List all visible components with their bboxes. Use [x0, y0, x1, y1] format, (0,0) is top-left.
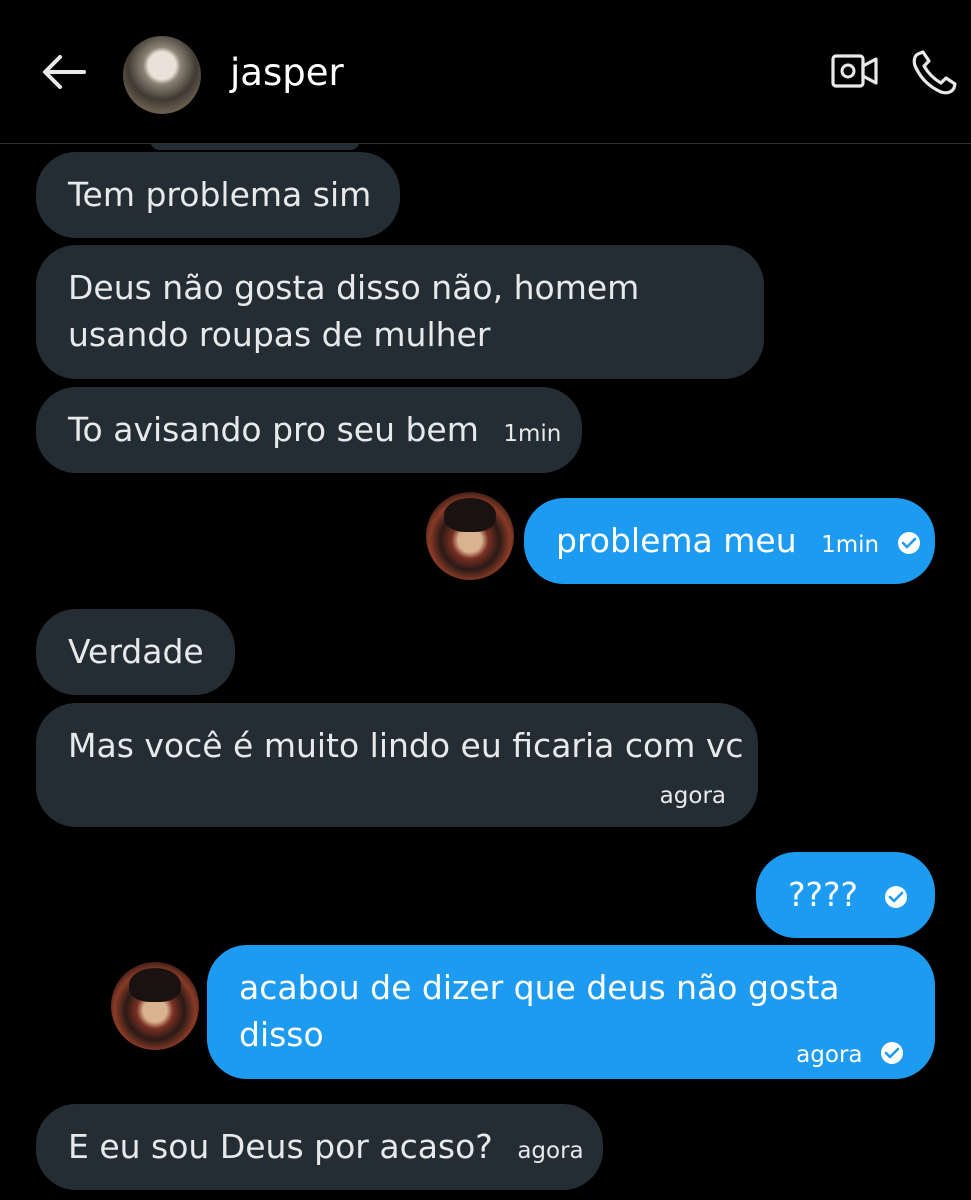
- message-text: problema meu: [556, 521, 797, 560]
- message-text: Verdade: [68, 632, 204, 671]
- message-text: Tem problema sim: [68, 175, 372, 214]
- message-time: 1min: [821, 532, 880, 558]
- my-avatar[interactable]: [426, 492, 514, 580]
- message-text: E eu sou Deus por acaso?: [68, 1127, 493, 1166]
- incoming-message[interactable]: To avisando pro seu bem 1min: [36, 387, 582, 473]
- phone-call-icon[interactable]: [910, 48, 960, 96]
- sent-check-icon: [884, 886, 907, 908]
- arrow-left-icon[interactable]: [40, 52, 86, 92]
- message-time: agora: [796, 1042, 863, 1068]
- sent-check-icon: [881, 1042, 903, 1064]
- my-avatar[interactable]: [111, 962, 199, 1050]
- contact-name[interactable]: jasper: [230, 50, 344, 96]
- outgoing-message[interactable]: ????: [756, 852, 935, 938]
- incoming-message[interactable]: E eu sou Deus por acaso? agora: [36, 1104, 603, 1190]
- message-meta: agora: [796, 1027, 903, 1079]
- outgoing-message[interactable]: acabou de dizer que deus não gosta disso…: [207, 945, 935, 1079]
- message-text: Mas você é muito lindo eu ficaria com vc: [68, 726, 744, 765]
- video-call-icon[interactable]: [831, 50, 879, 94]
- message-text-line: Deus não gosta disso não, homem: [68, 268, 640, 307]
- outgoing-message[interactable]: problema meu 1min: [524, 498, 935, 584]
- message-text: To avisando pro seu bem: [68, 410, 479, 449]
- message-text-line: acabou de dizer que deus não gosta: [239, 968, 840, 1007]
- message-time: agora: [659, 783, 726, 809]
- incoming-message[interactable]: Mas você é muito lindo eu ficaria com vc…: [36, 703, 758, 827]
- incoming-message[interactable]: Verdade: [36, 609, 235, 695]
- sent-check-icon: [897, 532, 920, 554]
- message-text-line: usando roupas de mulher: [68, 315, 491, 354]
- chat-header: jasper: [0, 0, 971, 144]
- incoming-message[interactable]: Tem problema sim: [36, 152, 400, 238]
- message-time: agora: [517, 1138, 584, 1164]
- message-text: ????: [788, 875, 859, 914]
- contact-avatar[interactable]: [123, 36, 201, 114]
- message-time: 1min: [503, 421, 562, 447]
- incoming-message[interactable]: Deus não gosta disso não, homem usando r…: [36, 245, 764, 379]
